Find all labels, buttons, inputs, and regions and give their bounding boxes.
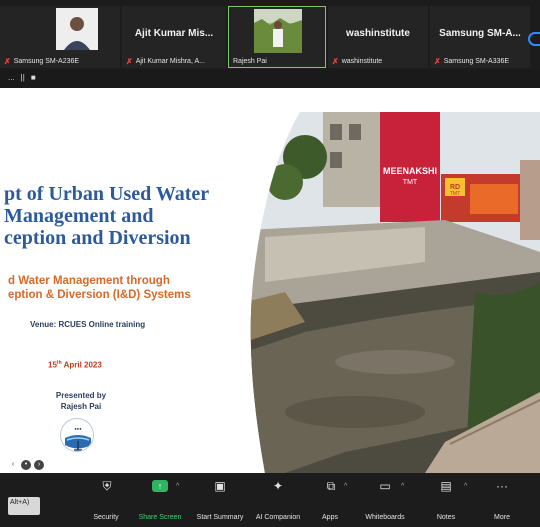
previous-slide-icon[interactable]: ‹ — [8, 460, 18, 470]
participant-tile[interactable]: Ajit Kumar Mis... ✗ Ajit Kumar Mishra, A… — [122, 6, 226, 68]
strip-controls: ... || ■ — [8, 73, 36, 82]
slide-subtitle: d Water Management through eption & Dive… — [8, 275, 191, 301]
mic-muted-icon: ✗ — [332, 57, 339, 66]
participant-name: Ajit Kumar Mis... — [134, 28, 214, 39]
signboard-2-text: RD — [450, 184, 460, 191]
participant-label: ✗ washinstitute — [332, 57, 383, 66]
slide-photo-canal: MEENAKSHI TMT RD TMT — [245, 112, 540, 473]
chevron-up-icon[interactable]: ^ — [344, 483, 347, 490]
chevron-up-icon[interactable]: ^ — [401, 483, 404, 490]
notes-button[interactable]: Notes — [437, 514, 455, 521]
slide-menu-icon[interactable]: • — [21, 460, 31, 470]
participant-strip: ✗ Samsung SM-A236E Ajit Kumar Mis... ✗ A… — [0, 0, 540, 70]
mic-muted-icon: ✗ — [434, 57, 441, 66]
participant-tile[interactable]: ✗ Samsung SM-A236E — [0, 6, 120, 68]
start-summary-button[interactable]: Start Summary — [197, 514, 244, 521]
participant-tile-active-speaker[interactable]: Rajesh Pai — [228, 6, 326, 68]
participant-label: ✗ Ajit Kumar Mishra, A... — [126, 57, 205, 66]
mic-muted-icon: ✗ — [126, 57, 133, 66]
signboard-subtext: TMT — [403, 179, 418, 186]
chevron-up-icon[interactable]: ^ — [176, 483, 179, 490]
slide-date: 15th April 2023 — [48, 360, 102, 370]
signboard-2-subtext: TMT — [450, 191, 460, 197]
sparkle-icon[interactable]: ✦ — [268, 479, 288, 493]
strip-stop-button[interactable]: ■ — [31, 73, 36, 82]
slide-venue: Venue: RCUES Online training — [30, 320, 146, 329]
strip-pause-button[interactable]: || — [21, 73, 25, 82]
mic-muted-icon: ✗ — [4, 57, 11, 66]
signboard-text: MEENAKSHI — [383, 166, 437, 176]
share-screen-button[interactable]: Share Screen — [139, 514, 182, 521]
alt-shortcut-hint: Alt+A) — [8, 497, 40, 515]
ai-companion-button[interactable]: AI Companion — [256, 514, 300, 521]
slide-navigation: ‹ • › — [8, 460, 44, 470]
more-icon[interactable]: ··· — [492, 479, 512, 493]
meeting-toolbar: Alt+A) ⛨ Security ↑ Share Screen ^ ▣ Sta… — [0, 473, 540, 527]
participant-name: washinstitute — [346, 28, 410, 39]
shield-icon[interactable]: ⛨ — [97, 479, 117, 493]
organization-logo: ●●● — [60, 418, 94, 452]
strip-more-button[interactable]: ... — [8, 73, 15, 82]
more-button[interactable]: More — [494, 514, 510, 521]
meeting-window: ✗ Samsung SM-A236E Ajit Kumar Mis... ✗ A… — [0, 0, 540, 527]
participant-tile[interactable]: washinstitute ✗ washinstitute — [328, 6, 428, 68]
notes-icon[interactable]: ▤ — [436, 479, 456, 493]
apps-icon[interactable]: ⧉ — [321, 479, 341, 493]
next-slide-icon[interactable]: › — [34, 460, 44, 470]
svg-text:●●●: ●●● — [74, 426, 82, 431]
security-button[interactable]: Security — [93, 514, 118, 521]
slide-title-text: pt of Urban Used Water Management and ce… — [4, 183, 210, 249]
participant-video — [56, 8, 98, 50]
whiteboard-icon[interactable]: ▭ — [375, 479, 395, 493]
participant-label: Rajesh Pai — [233, 58, 267, 65]
summary-icon[interactable]: ▣ — [210, 479, 230, 493]
participant-video — [254, 9, 302, 53]
chevron-up-icon[interactable]: ^ — [464, 483, 467, 490]
apps-button[interactable]: Apps — [322, 514, 338, 521]
slide-presenter: Presented by Rajesh Pai — [55, 391, 107, 411]
next-participants-icon[interactable] — [528, 32, 540, 46]
participant-tile[interactable]: Samsung SM-A... ✗ Samsung SM-A336E — [430, 6, 530, 68]
whiteboards-button[interactable]: Whiteboards — [365, 514, 404, 521]
participant-label: ✗ Samsung SM-A236E — [4, 57, 80, 66]
participant-name: Samsung SM-A... — [439, 28, 521, 39]
participant-label: ✗ Samsung SM-A336E — [434, 57, 510, 66]
share-screen-icon[interactable]: ↑ — [150, 479, 170, 493]
